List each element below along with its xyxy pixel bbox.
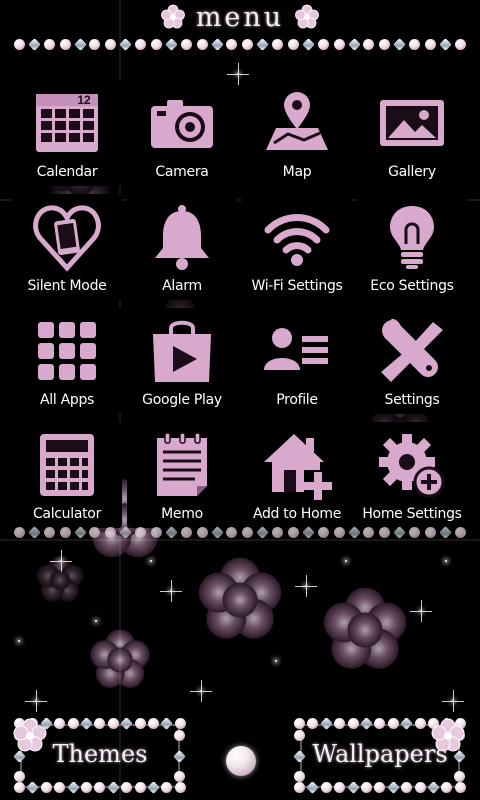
app-profile[interactable]: Profile	[242, 308, 352, 414]
app-silent-mode[interactable]: Silent Mode	[12, 194, 122, 300]
app-wifi-settings[interactable]: Wi-Fi Settings	[242, 194, 352, 300]
app-label: Silent Mode	[27, 278, 107, 294]
silent-mode-icon	[33, 205, 101, 272]
app-add-to-home[interactable]: Add to Home	[242, 422, 352, 528]
app-grid: 12 Calendar Camera Map Gallery Silent Mo…	[12, 80, 468, 528]
app-label: Google Play	[142, 392, 222, 408]
app-label: Memo	[161, 506, 203, 522]
app-label: Map	[282, 164, 312, 180]
notepad-icon	[157, 432, 207, 496]
alarm-bell-icon	[155, 205, 209, 270]
app-settings[interactable]: Settings	[357, 308, 467, 414]
app-all-apps[interactable]: All Apps	[12, 308, 122, 414]
app-label: Settings	[384, 392, 440, 408]
app-label: Home Settings	[362, 506, 462, 522]
page-title: menu	[195, 1, 285, 33]
app-camera[interactable]: Camera	[127, 80, 237, 186]
tools-icon	[381, 318, 443, 382]
app-label: All Apps	[39, 392, 95, 408]
flower-gem-icon	[295, 4, 320, 29]
gear-icon	[379, 434, 445, 498]
app-google-play[interactable]: Google Play	[127, 308, 237, 414]
lightbulb-icon	[390, 206, 434, 269]
gallery-icon	[380, 100, 444, 146]
app-label: Profile	[276, 392, 318, 408]
app-label: Gallery	[388, 164, 436, 180]
app-gallery[interactable]: Gallery	[357, 80, 467, 186]
app-label: Camera	[155, 164, 209, 180]
app-calendar[interactable]: 12 Calendar	[12, 80, 122, 186]
wallpapers-button[interactable]: Wallpapers	[293, 717, 466, 794]
menu-header: menu	[0, 0, 480, 34]
app-label: Add to Home	[252, 506, 342, 522]
app-map[interactable]: Map	[242, 80, 352, 186]
pearl-border-middle	[14, 525, 466, 539]
pearl-border-top	[14, 37, 466, 51]
themes-label: Themes	[52, 740, 148, 768]
pearl-edge	[294, 781, 466, 794]
app-alarm[interactable]: Alarm	[127, 194, 237, 300]
pearl-ornament	[226, 746, 256, 776]
profile-card-icon	[264, 328, 328, 370]
app-calculator[interactable]: Calculator	[12, 422, 122, 528]
app-label: Calculator	[32, 506, 102, 522]
wallpapers-label: Wallpapers	[312, 740, 448, 768]
flower-gem-icon	[160, 4, 185, 29]
wifi-icon	[264, 214, 330, 266]
app-eco-settings[interactable]: Eco Settings	[357, 194, 467, 300]
play-store-icon	[153, 320, 211, 382]
app-label: Calendar	[36, 164, 98, 180]
calculator-icon	[40, 434, 94, 496]
app-grid-icon	[38, 322, 96, 380]
app-label: Alarm	[162, 278, 202, 294]
app-home-settings[interactable]: Home Settings	[357, 422, 467, 528]
camera-icon	[151, 100, 213, 148]
themes-button[interactable]: Themes	[13, 717, 186, 794]
calendar-date-badge: 12	[77, 93, 91, 107]
add-home-icon	[264, 434, 332, 500]
app-memo[interactable]: Memo	[127, 422, 237, 528]
app-label: Wi-Fi Settings	[251, 278, 343, 294]
map-icon	[266, 92, 328, 150]
app-label: Eco Settings	[370, 278, 454, 294]
pearl-edge	[14, 781, 186, 794]
calendar-icon: 12	[36, 93, 98, 152]
